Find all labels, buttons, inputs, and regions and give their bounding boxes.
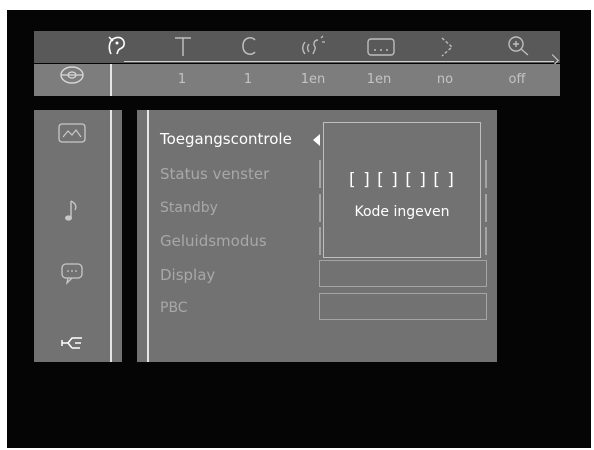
- timeline-arrow: [124, 61, 554, 62]
- picture-icon[interactable]: [34, 122, 110, 148]
- sound-mode-field-edge: [319, 227, 321, 255]
- angle-icon[interactable]: [430, 34, 464, 64]
- menu-item-status-window[interactable]: Status venster: [160, 164, 269, 184]
- category-panel-divider: [110, 110, 112, 362]
- pbc-value-field[interactable]: [319, 293, 487, 320]
- top-icon-bar: [34, 31, 560, 67]
- settings-panel-divider: [147, 110, 149, 362]
- category-panel: [34, 110, 122, 362]
- subtitle-value: 1en: [366, 72, 392, 87]
- zoom-value: off: [508, 72, 526, 87]
- audio-value: 1en: [300, 72, 326, 87]
- access-code-message: Kode ingeven: [354, 204, 450, 220]
- chapter-value: 1: [243, 72, 253, 87]
- access-code-input[interactable]: [ ] [ ] [ ] [ ]: [324, 170, 480, 190]
- value-bar-divider: [110, 64, 112, 96]
- access-code-popup: [ ] [ ] [ ] [ ] Kode ingeven: [323, 122, 481, 258]
- sound-icon[interactable]: [34, 198, 110, 228]
- menu-item-standby[interactable]: Standby: [160, 198, 218, 218]
- selection-pointer-icon: [313, 134, 320, 146]
- status-window-field-edge-right: [485, 160, 487, 188]
- settings-panel: Toegangscontrole Status venster Standby …: [137, 110, 497, 362]
- features-icon[interactable]: [34, 332, 110, 358]
- sound-mode-field-edge-right: [485, 227, 487, 255]
- sacd-disc-icon: [34, 64, 110, 96]
- angle-value: no: [436, 72, 454, 87]
- menu-item-sound-mode[interactable]: Geluidsmodus: [160, 231, 267, 251]
- menu-item-pbc[interactable]: PBC: [160, 298, 188, 318]
- disc-menu-icon[interactable]: [100, 34, 134, 64]
- menu-item-display[interactable]: Display: [160, 265, 215, 285]
- display-value-field[interactable]: [319, 260, 487, 287]
- subtitle-icon[interactable]: [364, 34, 398, 64]
- audio-icon[interactable]: [296, 34, 330, 64]
- chapter-icon[interactable]: [232, 34, 266, 64]
- standby-field-edge: [319, 194, 321, 222]
- language-icon[interactable]: [34, 260, 110, 290]
- title-icon[interactable]: [166, 34, 200, 64]
- status-value-bar: 1 1 1en 1en no off: [34, 64, 560, 96]
- zoom-icon[interactable]: [502, 34, 536, 64]
- menu-item-access-control[interactable]: Toegangscontrole: [160, 129, 292, 149]
- standby-field-edge-right: [485, 194, 487, 222]
- title-value: 1: [177, 72, 187, 87]
- status-window-field-edge: [319, 160, 321, 188]
